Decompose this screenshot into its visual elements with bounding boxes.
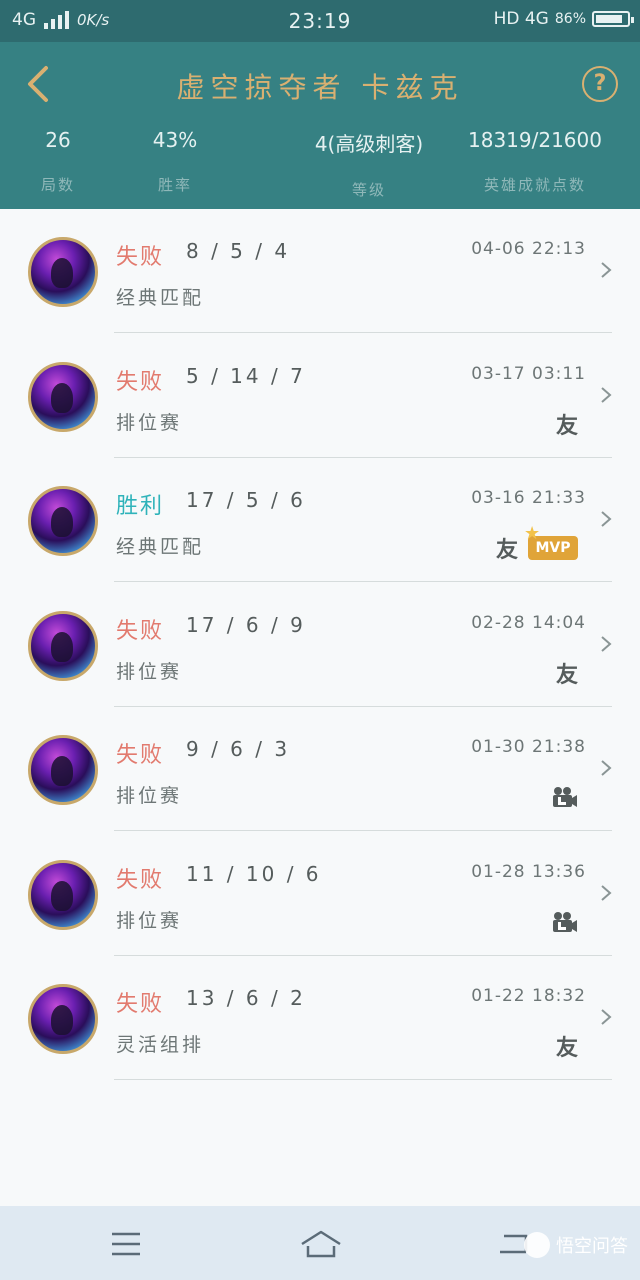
match-kda: 5 / 14 / 7 bbox=[186, 363, 306, 388]
stat-label: 等级 bbox=[351, 181, 386, 199]
match-badges: 友MVP bbox=[495, 522, 578, 563]
stat-win-rate: 43% 胜率 bbox=[144, 128, 206, 195]
hd-network-label: HD 4G bbox=[493, 9, 549, 29]
match-kda: 13 / 6 / 2 bbox=[186, 986, 306, 1010]
home-icon[interactable] bbox=[298, 1226, 344, 1262]
stat-value: 4(高级刺客) bbox=[314, 132, 424, 156]
match-time: 02-28 14:04 bbox=[471, 612, 586, 633]
match-row[interactable]: 失败 17 / 6 / 9 排位赛 02-28 14:04 友 bbox=[0, 583, 640, 707]
stat-label: 英雄成就点数 bbox=[483, 176, 586, 194]
avatar-shading bbox=[51, 382, 73, 413]
match-kda: 8 / 5 / 4 bbox=[186, 239, 291, 263]
match-result: 失败 bbox=[116, 743, 165, 768]
battery-icon bbox=[592, 11, 634, 27]
stat-label: 局数 bbox=[40, 176, 75, 194]
row-divider bbox=[114, 1079, 612, 1080]
stat-level: 4(高级刺客) 等级 bbox=[290, 128, 448, 200]
page-title: 虚空掠夺者 卡兹克 bbox=[176, 71, 464, 104]
match-mode: 排位赛 bbox=[116, 660, 183, 683]
match-row[interactable]: 失败 9 / 6 / 3 排位赛 01-30 21:38 bbox=[0, 707, 640, 831]
watermark-text: 悟空问答 bbox=[556, 1236, 628, 1257]
hero-avatar bbox=[28, 735, 98, 805]
match-result: 失败 bbox=[116, 245, 165, 270]
avatar-shading bbox=[51, 880, 73, 911]
chevron-right-icon[interactable] bbox=[600, 759, 612, 777]
friend-badge: 友 bbox=[555, 413, 578, 439]
match-time: 03-16 21:33 bbox=[471, 488, 586, 508]
match-row[interactable]: 失败 5 / 14 / 7 排位赛 03-17 03:11 友 bbox=[0, 334, 640, 458]
avatar-shading bbox=[51, 507, 73, 537]
avatar-shading bbox=[51, 1005, 73, 1035]
watermark-logo-icon bbox=[524, 1232, 550, 1258]
mvp-badge: MVP bbox=[524, 522, 578, 560]
match-kda: 9 / 6 / 3 bbox=[186, 737, 291, 761]
stat-value: 43% bbox=[152, 128, 198, 152]
bottom-nav-bar: 悟空问答 bbox=[0, 1206, 640, 1280]
match-mode: 经典匹配 bbox=[116, 536, 205, 558]
match-mode: 经典匹配 bbox=[116, 287, 205, 309]
header: 虚空掠夺者 卡兹克 ? 26 局数 43% 胜率 4(高级刺客) 等级 1831… bbox=[0, 42, 640, 209]
status-bar: 4G 0K/s 23:19 HD 4G 86% bbox=[0, 0, 640, 42]
match-kda: 17 / 5 / 6 bbox=[186, 488, 306, 512]
chevron-right-icon[interactable] bbox=[600, 635, 612, 653]
hero-avatar bbox=[28, 486, 98, 556]
stat-value: 26 bbox=[45, 128, 71, 152]
chevron-right-icon[interactable] bbox=[600, 1008, 612, 1026]
stat-matches: 26 局数 bbox=[28, 128, 88, 195]
match-row[interactable]: 失败 11 / 10 / 6 排位赛 01-28 13:36 bbox=[0, 832, 640, 956]
match-badges: 友 bbox=[555, 410, 578, 439]
match-badges: 友 bbox=[555, 659, 578, 688]
match-row[interactable]: 胜利 17 / 5 / 6 经典匹配 03-16 21:33 友MVP bbox=[0, 458, 640, 582]
hero-avatar bbox=[28, 610, 98, 681]
avatar-shading bbox=[51, 258, 73, 288]
battery-fill bbox=[596, 15, 622, 23]
hero-avatar bbox=[28, 237, 98, 307]
friend-badge: 友 bbox=[555, 1036, 578, 1061]
match-time: 01-28 13:36 bbox=[471, 861, 586, 882]
match-row[interactable]: 失败 13 / 6 / 2 灵活组排 01-22 18:32 友 bbox=[0, 956, 640, 1080]
avatar-shading bbox=[51, 756, 73, 786]
match-mode: 排位赛 bbox=[116, 909, 183, 932]
help-button[interactable]: ? bbox=[582, 66, 618, 102]
friend-badge: 友 bbox=[555, 662, 578, 688]
chevron-right-icon[interactable] bbox=[600, 884, 612, 902]
chevron-right-icon[interactable] bbox=[600, 510, 612, 528]
hero-avatar bbox=[28, 361, 98, 432]
menu-icon[interactable] bbox=[106, 1226, 146, 1262]
video-icon[interactable] bbox=[552, 786, 578, 808]
friend-badge: 友 bbox=[495, 538, 518, 563]
video-icon[interactable] bbox=[552, 911, 578, 933]
match-mode: 灵活组排 bbox=[116, 1034, 205, 1056]
watermark: 悟空问答 bbox=[524, 1232, 628, 1258]
stat-value: 18319/21600 bbox=[468, 128, 602, 152]
chevron-right-icon[interactable] bbox=[600, 261, 612, 279]
match-result: 失败 bbox=[116, 867, 165, 893]
match-kda: 17 / 6 / 9 bbox=[186, 612, 306, 637]
match-row[interactable]: 失败 8 / 5 / 4 经典匹配 04-06 22:13 bbox=[0, 209, 640, 333]
match-badges bbox=[552, 783, 578, 811]
match-time: 01-30 21:38 bbox=[471, 737, 586, 757]
match-mode: 排位赛 bbox=[116, 411, 183, 434]
match-badges bbox=[552, 908, 578, 936]
match-mode: 排位赛 bbox=[116, 785, 183, 807]
status-right: HD 4G 86% bbox=[493, 9, 634, 29]
hero-avatar bbox=[28, 984, 98, 1054]
match-result: 失败 bbox=[116, 992, 165, 1017]
match-result: 失败 bbox=[116, 618, 165, 644]
match-time: 04-06 22:13 bbox=[471, 239, 586, 259]
battery-label: 86% bbox=[554, 11, 586, 27]
stat-achievement-points: 18319/21600 英雄成就点数 bbox=[460, 128, 610, 195]
hero-avatar bbox=[28, 859, 98, 930]
match-result: 失败 bbox=[116, 369, 165, 395]
avatar-shading bbox=[51, 631, 73, 662]
match-time: 03-17 03:11 bbox=[471, 363, 586, 384]
match-kda: 11 / 10 / 6 bbox=[186, 861, 322, 886]
match-time: 01-22 18:32 bbox=[471, 986, 586, 1006]
match-badges: 友 bbox=[555, 1032, 578, 1061]
match-result: 胜利 bbox=[116, 494, 165, 519]
chevron-right-icon[interactable] bbox=[600, 386, 612, 404]
stat-label: 胜率 bbox=[157, 176, 192, 194]
